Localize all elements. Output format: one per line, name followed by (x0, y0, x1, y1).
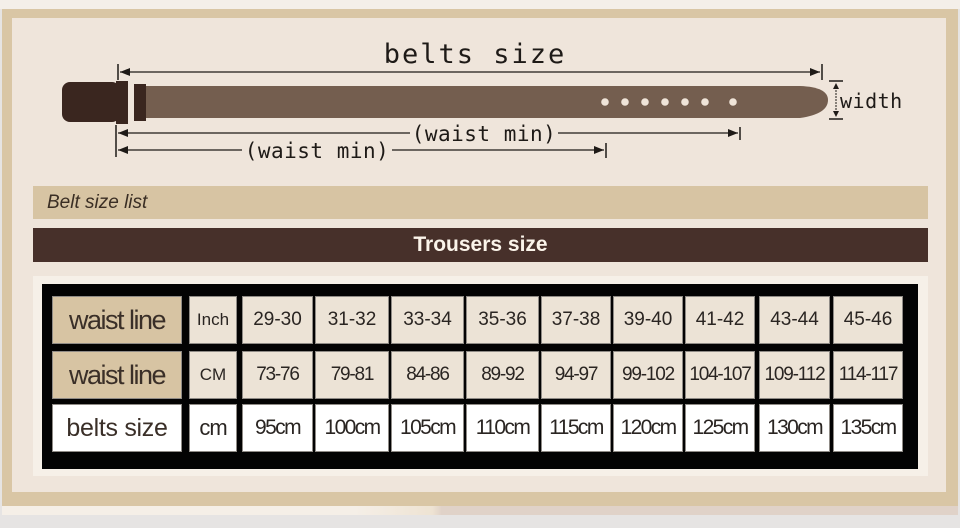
bottom-strip (2, 506, 958, 515)
row-label: waist line (52, 296, 182, 344)
size-value-cell: 120cm (613, 404, 683, 452)
size-value-cell: 29-30 (242, 296, 313, 344)
size-value-cell: 100cm (315, 404, 389, 452)
belt-size-list-label: Belt size list (47, 191, 148, 213)
belt-size-list-header: Belt size list (33, 186, 928, 219)
waist-min-label: (waist min) (245, 139, 390, 163)
size-value-cell: 110cm (466, 404, 539, 452)
belt-strap (140, 86, 828, 118)
diagram-title: belts size (384, 39, 567, 70)
size-value-cell: 35-36 (466, 296, 539, 344)
size-value-cell: 130cm (759, 404, 830, 452)
size-value-cell: 105cm (391, 404, 464, 452)
size-value-cell: 104-107 (685, 351, 755, 399)
belt-buckle (62, 81, 146, 124)
size-value-cell: 99-102 (613, 351, 683, 399)
belt-diagram: belts size width (waist min) (waist min) (62, 39, 903, 163)
unit-cell: cm (189, 404, 237, 452)
size-value-cell: 109-112 (759, 351, 830, 399)
unit-cell: CM (189, 351, 237, 399)
size-value-cell: 84-86 (391, 351, 464, 399)
size-value-cell: 45-46 (833, 296, 903, 344)
size-value-cell: 33-34 (391, 296, 464, 344)
belt-hole (641, 98, 649, 106)
size-value-cell: 115cm (541, 404, 611, 452)
size-value-cell: 31-32 (315, 296, 389, 344)
size-value-cell: 37-38 (541, 296, 611, 344)
size-value-cell: 73-76 (242, 351, 313, 399)
waist-max-label: (waist min) (412, 122, 557, 146)
row-label: belts size (52, 404, 182, 452)
belt-hole (661, 98, 669, 106)
belt-hole (729, 98, 737, 106)
size-value-cell: 89-92 (466, 351, 539, 399)
belt-hole (621, 98, 629, 106)
width-label: width (840, 89, 903, 113)
belt-hole (701, 98, 709, 106)
unit-cell: Inch (189, 296, 237, 344)
size-value-cell: 95cm (242, 404, 313, 452)
row-label: waist line (52, 351, 182, 399)
size-value-cell: 114-117 (833, 351, 903, 399)
belt-hole (601, 98, 609, 106)
size-value-cell: 94-97 (541, 351, 611, 399)
size-table: waist line Inch 29-30 31-32 33-34 35-36 37-38 3… (42, 284, 918, 469)
trousers-size-header: Trousers size (33, 228, 928, 262)
size-value-cell: 135cm (833, 404, 903, 452)
size-value-cell: 125cm (685, 404, 755, 452)
belt-hole (681, 98, 689, 106)
size-value-cell: 43-44 (759, 296, 830, 344)
trousers-size-label: Trousers size (413, 233, 548, 256)
size-value-cell: 79-81 (315, 351, 389, 399)
size-value-cell: 41-42 (685, 296, 755, 344)
size-value-cell: 39-40 (613, 296, 683, 344)
